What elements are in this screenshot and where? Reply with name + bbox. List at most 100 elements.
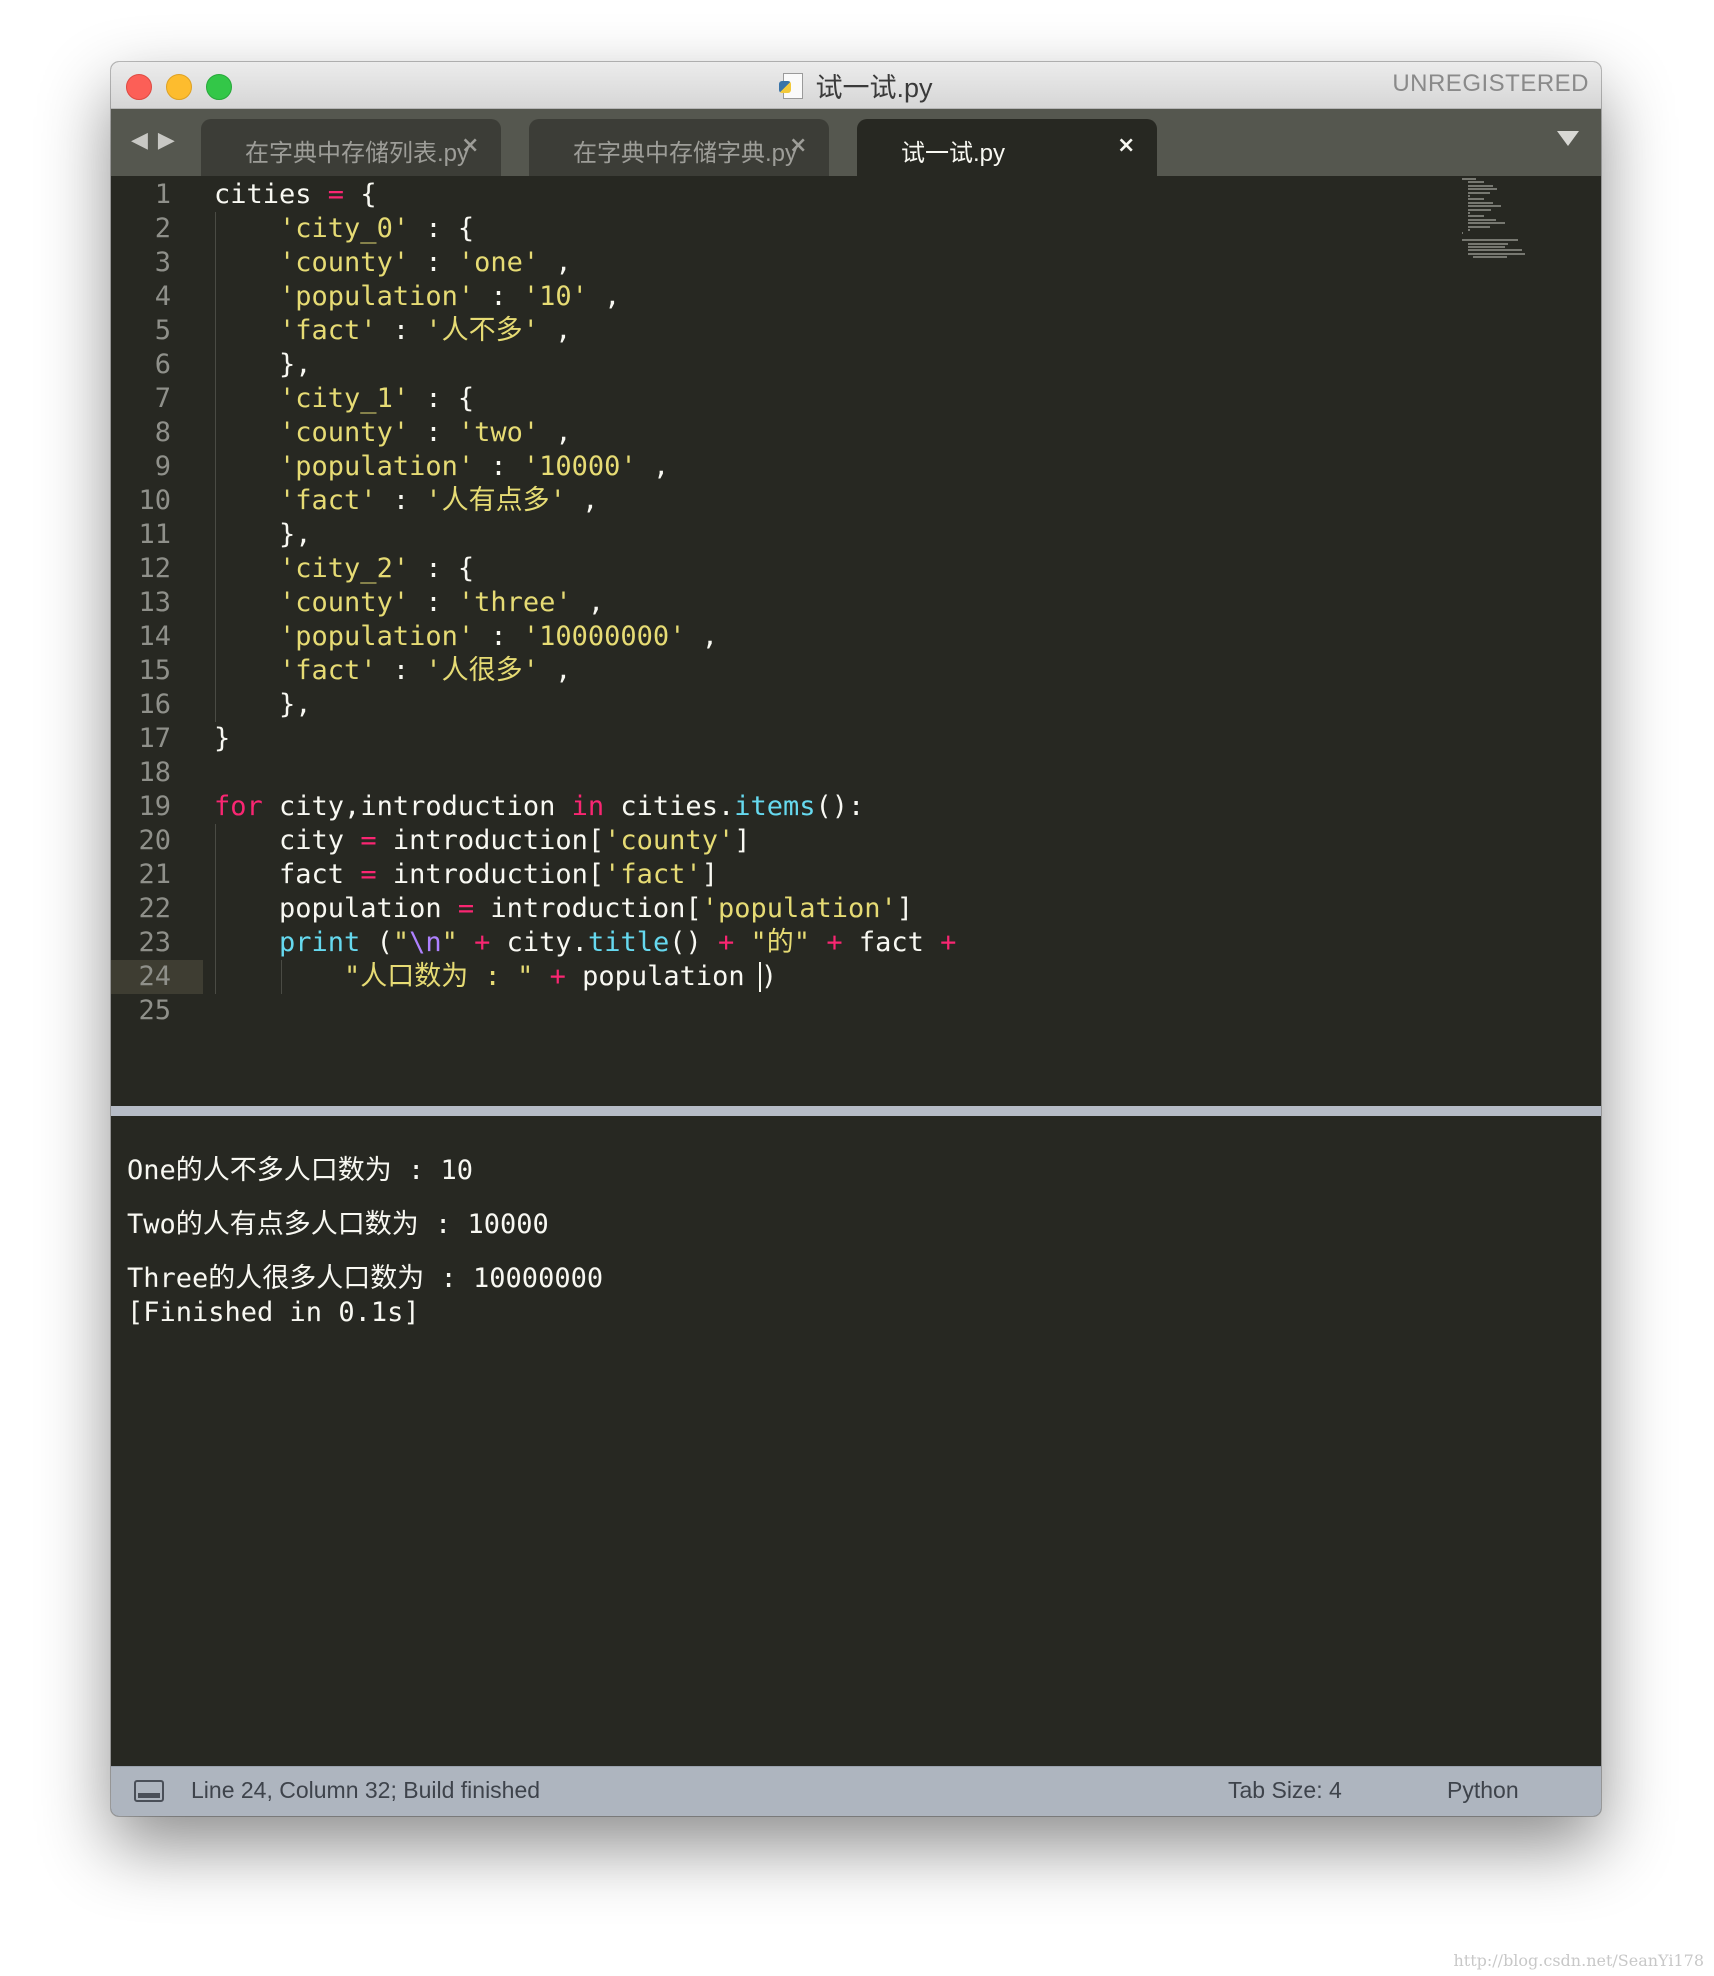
code-token: : xyxy=(474,281,523,312)
close-icon[interactable]: × xyxy=(1117,133,1135,158)
tab-menu-dropdown-icon[interactable] xyxy=(1557,131,1579,146)
code-token: ] xyxy=(701,859,718,890)
code-token: : { xyxy=(409,383,475,414)
minimap-line xyxy=(1467,208,1492,211)
tab-file-3[interactable]: 试一试.py × xyxy=(857,119,1157,176)
minimap-line xyxy=(1467,215,1485,218)
console-panel-icon[interactable] xyxy=(134,1780,164,1802)
syntax-selector[interactable]: Python xyxy=(1447,1777,1519,1804)
code-token: (): xyxy=(815,791,865,822)
minimap-line xyxy=(1467,246,1506,248)
code-line: population = introduction['population'] xyxy=(214,892,913,926)
code-line: 'city_1' : { xyxy=(214,382,474,416)
minimap-line xyxy=(1467,229,1471,231)
code-token: 'population' xyxy=(279,451,475,482)
line-number: 1 xyxy=(154,179,171,210)
window-title: 试一试.py xyxy=(815,72,933,103)
code-token: : xyxy=(376,485,426,516)
line-number: 9 xyxy=(154,451,171,482)
code-token: title xyxy=(587,927,670,958)
minimap-line xyxy=(1467,181,1485,184)
code-token: + xyxy=(718,927,735,958)
panel-separator[interactable] xyxy=(111,1106,1601,1116)
tab-size-selector[interactable]: Tab Size: 4 xyxy=(1228,1777,1342,1804)
minimap-line xyxy=(1467,212,1471,214)
code-token: 'three' xyxy=(457,587,572,618)
code-token: '人不多' xyxy=(425,315,539,346)
minimap-line xyxy=(1467,225,1490,228)
code-token: items xyxy=(734,791,816,822)
tab-nav: ◀ ▶ xyxy=(131,129,175,153)
tab-file-1[interactable]: 在字典中存储列表.py × xyxy=(201,119,501,176)
code-token: : xyxy=(474,621,523,652)
code-token: introduction[ xyxy=(474,893,702,924)
code-token: cities. xyxy=(604,791,735,822)
output-line: Two的人有点多人口数为 : 10000 xyxy=(127,1209,549,1240)
code-token: , xyxy=(539,417,572,448)
line-number: 2 xyxy=(154,213,171,244)
code-token: , xyxy=(538,655,572,686)
status-bar: Line 24, Column 32; Build finished Tab S… xyxy=(111,1766,1601,1816)
editor-window: 试一试.py UNREGISTERED ◀ ▶ 在字典中存储列表.py × 在字… xyxy=(111,62,1601,1816)
chevron-right-icon[interactable]: ▶ xyxy=(158,129,175,153)
line-number: 10 xyxy=(138,485,171,516)
minimap-line xyxy=(1462,239,1518,242)
code-token: population ) xyxy=(565,961,778,992)
code-token: 'population' xyxy=(701,893,897,924)
minimap-line xyxy=(1467,205,1502,208)
code-token: : xyxy=(376,655,426,686)
code-token: 'fact' xyxy=(279,485,377,516)
minimap-line xyxy=(1467,249,1523,252)
code-token: population xyxy=(214,893,458,924)
code-token: }, xyxy=(214,519,312,550)
code-token: introduction[ xyxy=(376,859,605,890)
code-token: , xyxy=(571,587,605,618)
text-cursor xyxy=(759,962,761,992)
code-line: 'county' : 'one' , xyxy=(214,246,572,280)
python-file-icon xyxy=(779,71,805,99)
code-token: = xyxy=(457,893,475,924)
minimap-line xyxy=(1467,218,1496,221)
line-number: 13 xyxy=(138,587,171,618)
tab-file-2[interactable]: 在字典中存储字典.py × xyxy=(529,119,829,176)
code-token: + xyxy=(549,961,566,992)
line-gutter: 1 2 3 4 5 6 7 8 9 10 11 12 13 14 15 16 17 18 19 20 21 22 23 24 2… xyxy=(111,176,203,1106)
close-icon[interactable]: × xyxy=(461,133,479,158)
minimap-line xyxy=(1467,184,1493,187)
code-line: for city,introduction in cities.items(): xyxy=(214,790,864,824)
close-icon[interactable]: × xyxy=(789,133,807,158)
code-line: 'fact' : '人很多' , xyxy=(214,654,571,688)
output-line: [Finished in 0.1s] xyxy=(127,1297,420,1328)
line-number: 18 xyxy=(138,757,171,788)
code-token: \n xyxy=(409,927,442,958)
code-token: " xyxy=(392,927,410,958)
code-line: 'city_2' : { xyxy=(214,552,474,586)
line-number: 7 xyxy=(154,383,171,414)
code-line: cities = { xyxy=(214,178,377,212)
title-bar[interactable]: 试一试.py UNREGISTERED xyxy=(111,62,1601,109)
code-line: 'city_0' : { xyxy=(214,212,474,246)
code-token: introduction[ xyxy=(376,825,605,856)
code-line: 'county' : 'three' , xyxy=(214,586,604,620)
code-editor[interactable]: 1 2 3 4 5 6 7 8 9 10 11 12 13 14 15 16 17 18 19 20 21 22 23 24 2… xyxy=(111,176,1601,1106)
chevron-left-icon[interactable]: ◀ xyxy=(131,129,148,153)
code-token: city. xyxy=(490,927,588,958)
code-line: 'fact' : '人有点多' , xyxy=(214,484,598,518)
line-number: 11 xyxy=(138,519,171,550)
line-number: 21 xyxy=(138,859,171,890)
status-position: Line 24, Column 32; Build finished xyxy=(191,1777,541,1803)
line-number: 5 xyxy=(154,315,171,346)
output-line: Three的人很多人口数为 : 10000000 xyxy=(127,1263,604,1294)
code-token: '10' xyxy=(522,281,588,312)
minimap[interactable] xyxy=(1462,176,1546,276)
code-token: , xyxy=(538,315,572,346)
minimap-line xyxy=(1467,201,1493,204)
code-token: , xyxy=(565,485,599,516)
code-line: 'population' : '10' , xyxy=(214,280,620,314)
code-token: 'county' xyxy=(279,417,410,448)
minimap-line xyxy=(1467,222,1506,225)
code-token: = xyxy=(327,179,345,210)
